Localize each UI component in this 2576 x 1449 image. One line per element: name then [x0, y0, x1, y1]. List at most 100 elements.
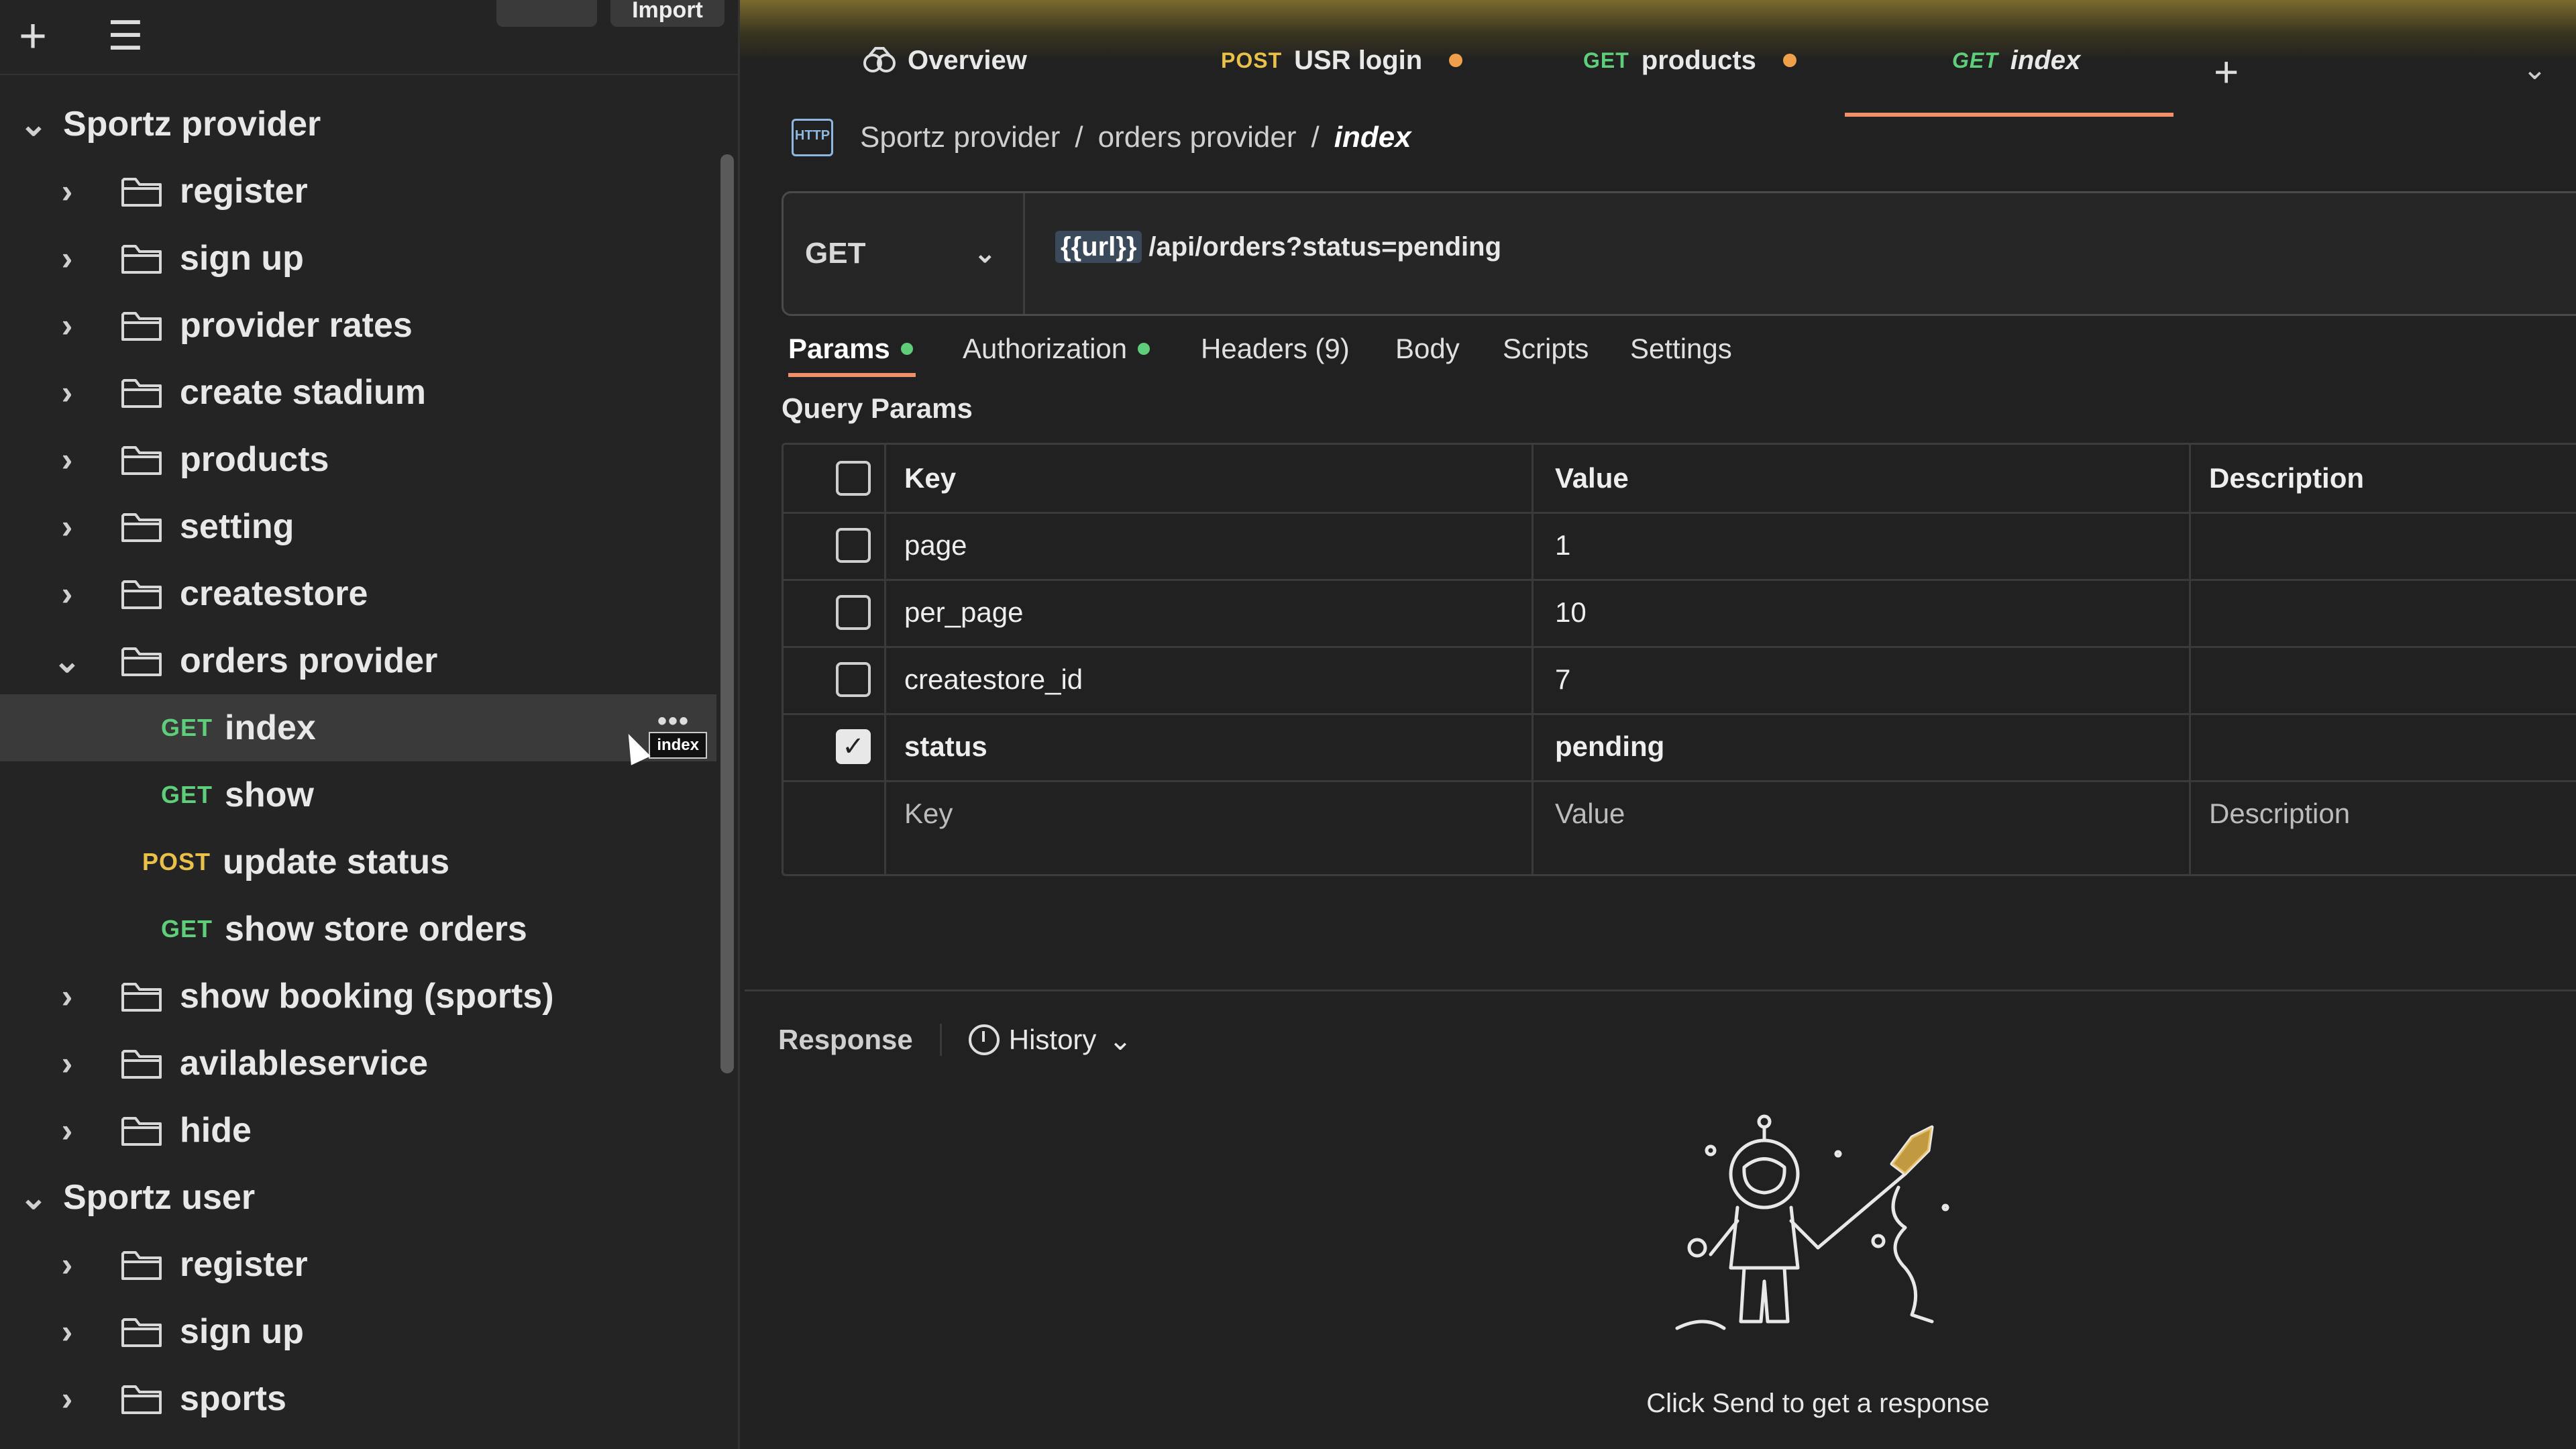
- tooltip: index: [649, 732, 707, 759]
- sidebar-folder[interactable]: › sign up: [0, 1298, 716, 1365]
- tab-scripts[interactable]: Scripts: [1503, 322, 1589, 376]
- chevron-down-icon: ⌄: [53, 642, 81, 680]
- breadcrumb-collection[interactable]: Sportz provider: [860, 121, 1060, 154]
- chevron-down-icon: ⌄: [19, 105, 48, 143]
- method-select[interactable]: GET ⌄: [784, 193, 1025, 314]
- breadcrumb-request[interactable]: index: [1334, 121, 1411, 154]
- tab-authorization[interactable]: Authorization: [963, 322, 1150, 376]
- sidebar-request[interactable]: GET show store orders: [0, 896, 716, 963]
- param-key[interactable]: per_page: [904, 579, 1024, 646]
- method-badge: POST: [142, 848, 211, 875]
- param-value[interactable]: 1: [1555, 512, 1570, 579]
- param-key[interactable]: status: [904, 713, 987, 780]
- tab-overview[interactable]: Overview: [861, 34, 1027, 87]
- new-tab-plus-icon[interactable]: +: [2214, 47, 2239, 97]
- tab-headers[interactable]: Headers (9): [1201, 322, 1350, 376]
- param-value[interactable]: pending: [1555, 713, 1664, 780]
- url-variable-token: {{url}}: [1055, 231, 1142, 263]
- tab-label: products: [1641, 45, 1756, 75]
- sidebar-folder[interactable]: › products: [0, 426, 716, 493]
- method-badge: GET: [161, 714, 213, 741]
- new-param-row: Key Value Description: [784, 780, 2576, 847]
- folder-label: setting: [180, 507, 294, 546]
- tab-body[interactable]: Body: [1395, 322, 1460, 376]
- tab-list-chevron-down-icon[interactable]: ⌄: [2522, 52, 2547, 87]
- active-subtab-indicator: [788, 373, 916, 377]
- sidebar-folder[interactable]: › hide: [0, 1097, 716, 1164]
- param-enabled-checkbox[interactable]: ✓: [836, 729, 871, 764]
- sidebar-folder[interactable]: › register: [0, 158, 716, 225]
- chevron-right-icon: ›: [61, 1112, 73, 1149]
- new-param-description-input[interactable]: Description: [2209, 780, 2350, 847]
- plus-icon[interactable]: +: [19, 12, 47, 60]
- active-tab-indicator: [1845, 113, 2174, 117]
- checkbox[interactable]: [836, 461, 871, 496]
- tab-usr-login[interactable]: POST USR login: [1221, 34, 1463, 87]
- new-param-value-input[interactable]: Value: [1555, 780, 1625, 847]
- tab-index[interactable]: GET index: [1952, 34, 2080, 87]
- history-dropdown[interactable]: History ⌄: [968, 1024, 1132, 1057]
- sidebar-folder[interactable]: › show booking (sports): [0, 963, 716, 1030]
- sidebar-folder[interactable]: › createstore: [0, 560, 716, 627]
- authorization-indicator-dot: [1138, 343, 1150, 355]
- tab-settings[interactable]: Settings: [1630, 322, 1732, 376]
- filter-icon[interactable]: ☰: [107, 12, 144, 60]
- sidebar-request[interactable]: POST update status: [0, 828, 716, 896]
- http-request-icon: HTTP: [792, 119, 833, 156]
- response-pane-divider[interactable]: [745, 989, 2576, 991]
- folder-label: sign up: [180, 1312, 304, 1351]
- table-row: per_page 10: [784, 579, 2576, 648]
- select-all-checkbox[interactable]: [836, 445, 871, 512]
- chevron-down-icon: ⌄: [973, 239, 996, 268]
- param-key[interactable]: createstore_id: [904, 646, 1083, 713]
- param-enabled-checkbox[interactable]: [836, 595, 871, 630]
- sidebar-scrollbar[interactable]: [720, 154, 734, 1073]
- folder-icon: [121, 511, 162, 542]
- sidebar-folder[interactable]: › sports: [0, 1365, 716, 1432]
- sidebar-folder[interactable]: › register: [0, 1231, 716, 1298]
- sidebar-secondary-button[interactable]: [496, 0, 597, 27]
- collection-header[interactable]: ⌄ Sportz provider: [0, 91, 716, 158]
- folder-label: register: [180, 172, 308, 211]
- history-icon: [968, 1024, 1000, 1055]
- folder-label: sign up: [180, 239, 304, 278]
- sidebar-folder[interactable]: ⌄ orders provider: [0, 627, 716, 694]
- collection-header[interactable]: ⌄ Sportz user: [0, 1164, 716, 1231]
- sidebar-request[interactable]: GET index ••• index: [0, 694, 716, 761]
- breadcrumb: HTTP Sportz provider / orders provider /…: [792, 107, 1411, 168]
- folder-icon: [121, 176, 162, 207]
- folder-label: show booking (sports): [180, 977, 554, 1016]
- chevron-right-icon: ›: [61, 575, 73, 612]
- folder-icon: [121, 243, 162, 274]
- overview-icon: [863, 47, 896, 72]
- chevron-right-icon: ›: [61, 307, 73, 344]
- column-header-value: Value: [1555, 462, 1629, 494]
- param-enabled-checkbox[interactable]: [836, 662, 871, 697]
- breadcrumb-folder[interactable]: orders provider: [1098, 121, 1297, 154]
- method-select-value: GET: [805, 237, 866, 270]
- table-header-row: Key Value Description: [784, 445, 2576, 514]
- response-title: Response: [778, 1024, 942, 1056]
- url-input[interactable]: {{url}}/api/orders?status=pending: [1055, 231, 1501, 263]
- tab-params[interactable]: Params: [788, 322, 913, 376]
- sidebar-request[interactable]: GET show: [0, 761, 716, 828]
- new-param-key-input[interactable]: Key: [904, 780, 953, 847]
- param-value[interactable]: 10: [1555, 579, 1587, 646]
- param-enabled-checkbox[interactable]: [836, 528, 871, 563]
- sidebar-folder[interactable]: › avilableservice: [0, 1030, 716, 1097]
- tab-products[interactable]: GET products: [1583, 34, 1796, 87]
- chevron-right-icon: ›: [61, 1313, 73, 1350]
- folder-label: sports: [180, 1379, 286, 1418]
- param-key[interactable]: page: [904, 512, 967, 579]
- method-badge: GET: [1583, 48, 1629, 72]
- sidebar-folder[interactable]: › setting: [0, 493, 716, 560]
- sidebar-folder[interactable]: › sign up: [0, 225, 716, 292]
- response-toolbar: Response History ⌄: [778, 1010, 1132, 1070]
- sidebar: + ☰ Import ⌄ Sportz provider › register › sig…: [0, 0, 740, 1449]
- import-button[interactable]: Import: [610, 0, 724, 27]
- tab-label: Settings: [1630, 333, 1732, 364]
- sidebar-folder[interactable]: › provider rates: [0, 292, 716, 359]
- column-header-key: Key: [904, 462, 957, 494]
- param-value[interactable]: 7: [1555, 646, 1570, 713]
- sidebar-folder[interactable]: › create stadium: [0, 359, 716, 426]
